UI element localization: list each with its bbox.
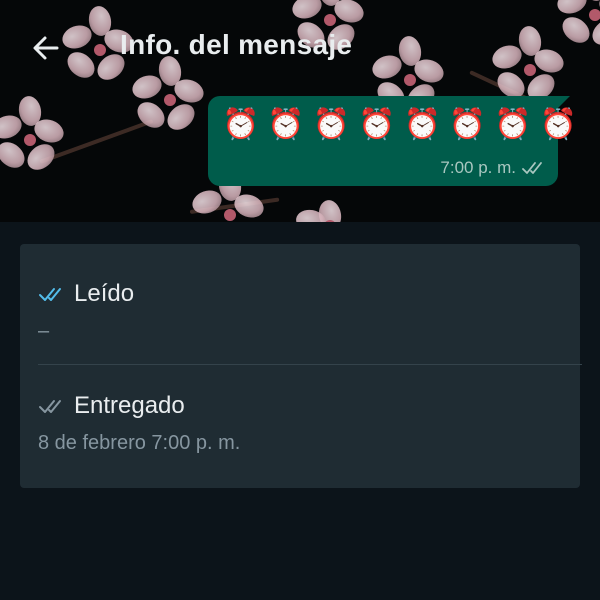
delivered-value: 8 de febrero 7:00 p. m. — [38, 432, 241, 454]
alarm-clock-emoji: ⏰ — [222, 108, 260, 141]
delivered-label: Entregado — [74, 392, 185, 419]
double-check-blue-icon — [39, 288, 61, 301]
alarm-clock-emoji: ⏰ — [267, 108, 305, 141]
message-emoji-row: ⏰ ⏰ ⏰ ⏰ ⏰ ⏰ ⏰ ⏰ — [222, 106, 577, 144]
arrow-left-icon — [33, 36, 59, 60]
delivered-row: Entregado 8 de febrero 7:00 p. m. — [38, 392, 568, 455]
alarm-clock-emoji: ⏰ — [494, 108, 532, 141]
read-label: Leído — [74, 280, 135, 307]
read-value: – — [38, 320, 50, 342]
delivery-info-card: Leído – Entregado 8 de febrero 7:00 p. m… — [20, 244, 582, 488]
header-bar: Info. del mensaje — [0, 0, 600, 96]
page-title: Info. del mensaje — [120, 29, 353, 60]
alarm-clock-emoji: ⏰ — [312, 108, 351, 141]
alarm-clock-emoji: ⏰ — [358, 108, 396, 141]
message-meta: 7:00 p. m. — [440, 158, 546, 178]
double-check-gray-icon — [39, 400, 61, 413]
divider — [38, 364, 582, 365]
back-button[interactable] — [26, 28, 66, 68]
alarm-clock-emoji: ⏰ — [539, 108, 577, 141]
message-time: 7:00 p. m. — [440, 158, 516, 177]
message-bubble[interactable]: ⏰ ⏰ ⏰ ⏰ ⏰ ⏰ ⏰ ⏰ 7:00 p. m. — [208, 96, 577, 186]
alarm-clock-emoji: ⏰ — [448, 108, 487, 141]
alarm-clock-emoji: ⏰ — [403, 108, 441, 141]
read-row: Leído – — [38, 280, 568, 343]
double-check-icon — [522, 162, 542, 174]
bubble-tail — [558, 96, 570, 108]
message-info-screen: Info. del mensaje ⏰ ⏰ ⏰ ⏰ ⏰ ⏰ ⏰ ⏰ 7:00 p… — [0, 0, 600, 600]
